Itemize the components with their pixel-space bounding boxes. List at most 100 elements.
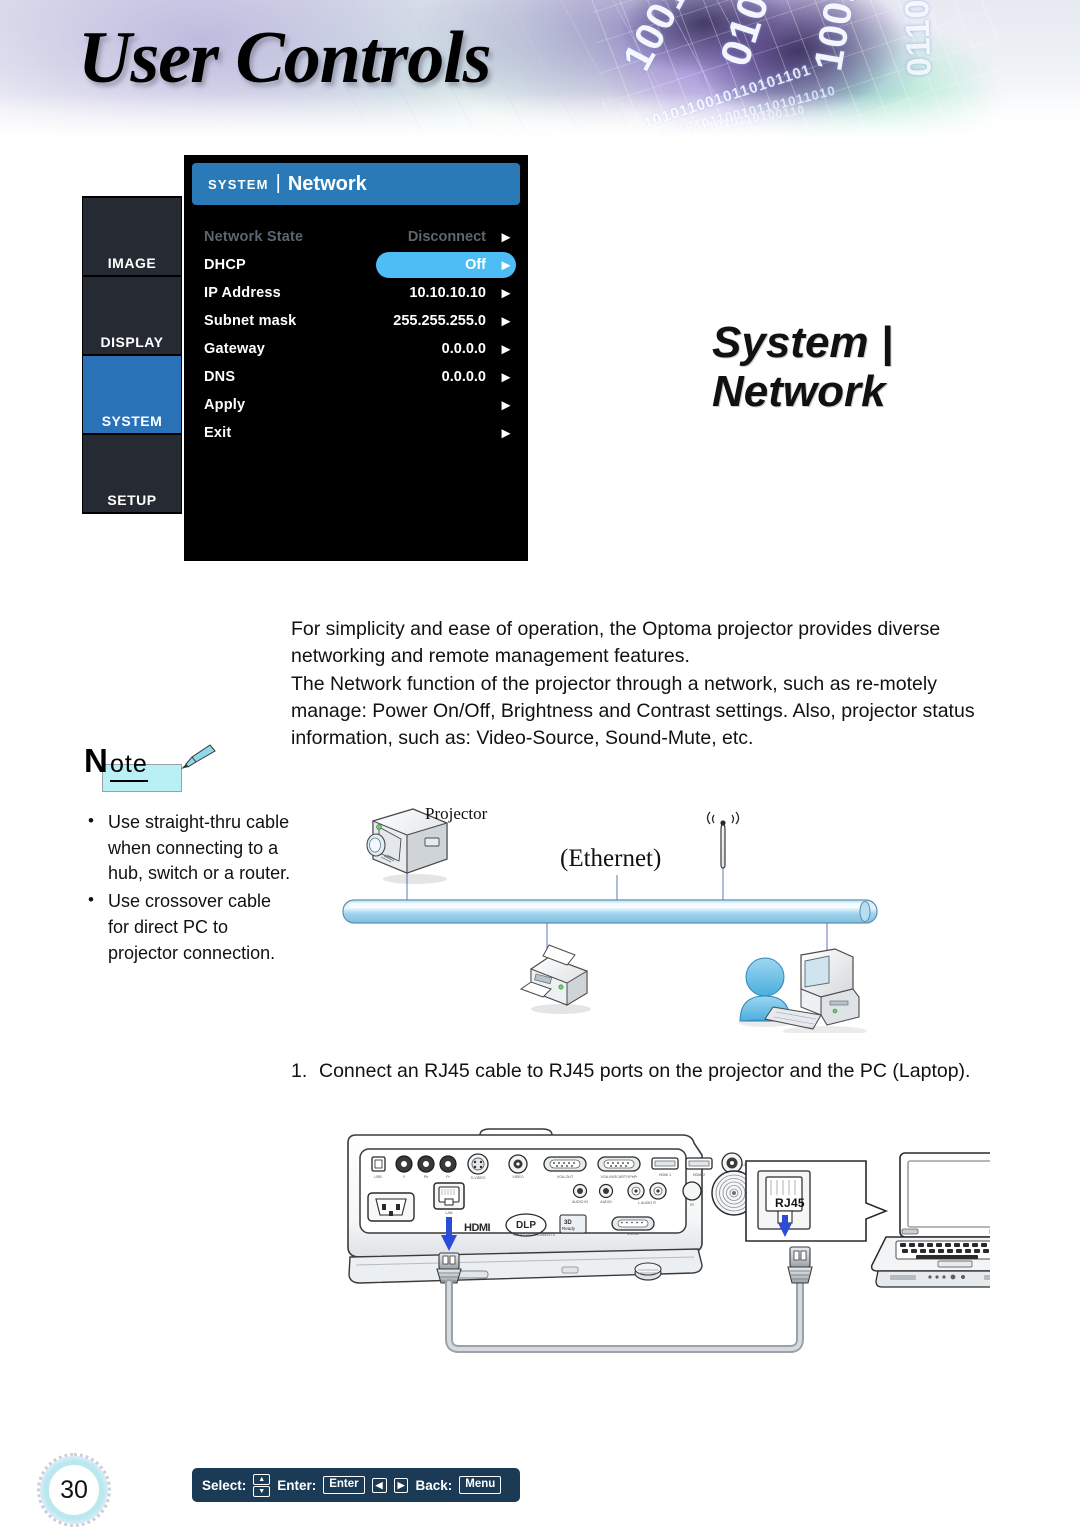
osd-footer-hints: Select: ▲ ▼ Enter: Enter ◀ ▶ Back: Menu [192, 1468, 520, 1502]
chevron-right-icon[interactable]: ► [496, 314, 516, 329]
note-list: Use straight-thru cable when connecting … [80, 809, 295, 966]
body-paragraph-1: For simplicity and ease of operation, th… [291, 618, 941, 668]
osd-row-value: Off [465, 257, 486, 273]
note-block: N ote Use straight-thru cable when conne… [80, 742, 295, 968]
svg-text:AUDIO: AUDIO [600, 1200, 612, 1204]
osd-menu-list: Network State Disconnect ► DHCP Off ► IP… [192, 223, 520, 447]
printer-icon [519, 944, 591, 1014]
osd-row-dhcp[interactable]: DHCP Off ► [204, 251, 516, 279]
projector-foot [634, 1262, 662, 1281]
vga-in-port [597, 1156, 641, 1172]
note-item: Use crossover cable for direct PC to pro… [80, 888, 295, 966]
osd-header-page: Network [287, 172, 367, 195]
svg-text:HDMI: HDMI [464, 1222, 491, 1234]
svg-text:HDMI 1: HDMI 1 [659, 1173, 671, 1177]
svg-text:S-VIDEO: S-VIDEO [471, 1176, 486, 1180]
rj45-cable [445, 1279, 804, 1353]
12v-trigger-port [721, 1152, 743, 1174]
rj45-callout-box [745, 1160, 889, 1242]
page-number-value: 30 [60, 1475, 88, 1504]
chevron-right-icon[interactable]: ► [496, 398, 516, 413]
rj45-plug-left [436, 1252, 462, 1284]
osd-tab-label: DISPLAY [100, 334, 164, 350]
rj45-connection-diagram: HDMI DLP TEXAS INSTRUMENTS 3D Ready USB Y… [347, 1128, 990, 1353]
wireless-antenna-icon [706, 811, 740, 869]
component-video-jacks [395, 1155, 457, 1173]
page-header-banner: 1001 0101 1001 0110 1010110010110101101 … [0, 0, 1080, 145]
osd-row-ip-address[interactable]: IP Address 10.10.10.10 ► [204, 279, 516, 307]
svg-text:VGA-OUT: VGA-OUT [557, 1175, 574, 1179]
osd-row-network-state[interactable]: Network State Disconnect ► [204, 223, 516, 251]
arrow-up-icon[interactable]: ▲ [253, 1473, 271, 1485]
osd-tab-label: SETUP [107, 492, 157, 508]
ethernet-bus-bar [342, 899, 878, 924]
osd-tab-display[interactable]: DISPLAY [83, 277, 181, 354]
arrow-right-icon[interactable]: ▶ [393, 1477, 409, 1493]
body-paragraph-2: The Network function of the projector th… [291, 672, 975, 750]
svg-text:TEXAS INSTRUMENTS: TEXAS INSTRUMENTS [512, 1232, 555, 1237]
osd-row-value: 255.255.255.0 [393, 313, 486, 329]
osd-panel-header: SYSTEM | Network [192, 163, 520, 205]
laptop-icon [870, 1152, 990, 1288]
chevron-right-icon[interactable]: ► [496, 370, 516, 385]
chevron-right-icon[interactable]: ► [496, 286, 516, 301]
section-title-line1: System | [712, 318, 894, 367]
enter-key-button[interactable]: Enter [323, 1476, 365, 1494]
osd-row-subnet-mask[interactable]: Subnet mask 255.255.255.0 ► [204, 307, 516, 335]
note-title-capital: N [84, 742, 108, 779]
ethernet-network-diagram [342, 808, 878, 1033]
note-item: Use straight-thru cable when connecting … [80, 809, 295, 887]
osd-row-apply[interactable]: Apply ► [204, 391, 516, 419]
svg-text:VGA-IN/SCART/YPbPr: VGA-IN/SCART/YPbPr [601, 1175, 639, 1179]
svg-text:AUDIO IN: AUDIO IN [572, 1200, 588, 1204]
desktop-computer-icon [764, 948, 867, 1033]
chevron-right-icon[interactable]: ► [496, 230, 516, 245]
osd-row-gateway[interactable]: Gateway 0.0.0.0 ► [204, 335, 516, 363]
osd-row-label: Gateway [204, 341, 266, 357]
note-title-rest: ote [110, 750, 148, 782]
chevron-right-icon[interactable]: ► [496, 426, 516, 441]
svg-text:VIDEO: VIDEO [512, 1175, 523, 1179]
osd-row-label: IP Address [204, 285, 281, 301]
updown-arrows-icon[interactable]: ▲ ▼ [253, 1473, 271, 1497]
svg-text:Pb: Pb [424, 1175, 428, 1179]
arrow-down-icon[interactable]: ▼ [253, 1485, 271, 1497]
chevron-right-icon[interactable]: ► [496, 258, 516, 273]
svg-text:LAN: LAN [446, 1211, 453, 1215]
osd-tab-label: IMAGE [107, 255, 157, 271]
svg-text:USB: USB [374, 1175, 382, 1179]
osd-row-value: 0.0.0.0 [441, 369, 486, 385]
osd-row-value: 10.10.10.10 [409, 285, 486, 301]
svg-text:Ready: Ready [562, 1226, 576, 1231]
composite-video-port [508, 1154, 528, 1174]
pencil-icon [181, 744, 216, 769]
step-text: Connect an RJ45 cable to RJ45 ports on t… [319, 1060, 971, 1082]
arrow-left-icon[interactable]: ◀ [371, 1477, 387, 1493]
manual-page: 1001 0101 1001 0110 1010110010110101101 … [0, 0, 1080, 1532]
section-title-line2: Network [712, 367, 886, 417]
osd-row-value: 0.0.0.0 [441, 341, 486, 357]
select-hint-label: Select: [202, 1477, 247, 1493]
chevron-right-icon[interactable]: ► [496, 342, 516, 357]
svg-text:IR: IR [690, 1203, 694, 1207]
3d-ready-logo: 3D Ready [559, 1214, 587, 1234]
osd-header-category: SYSTEM [208, 176, 269, 192]
rj45-label: RJ45 [775, 1196, 805, 1210]
menu-key-button[interactable]: Menu [459, 1476, 502, 1494]
power-inlet-port [367, 1192, 415, 1222]
osd-row-dns[interactable]: DNS 0.0.0.0 ► [204, 363, 516, 391]
svg-text:HDMI 2: HDMI 2 [693, 1173, 705, 1177]
osd-tab-image[interactable]: IMAGE [83, 198, 181, 275]
ethernet-label: (Ethernet) [560, 845, 662, 872]
note-icon: N ote [80, 742, 295, 792]
step-1: 1. Connect an RJ45 cable to RJ45 ports o… [291, 1058, 1011, 1085]
osd-row-exit[interactable]: Exit ► [204, 419, 516, 447]
step-number: 1. [291, 1060, 308, 1082]
osd-row-label: Network State [204, 229, 304, 245]
binary-digits-icon: 0110 [898, 0, 939, 78]
osd-tab-system[interactable]: SYSTEM [83, 356, 181, 433]
osd-row-label: Exit [204, 425, 232, 441]
osd-tab-setup[interactable]: SETUP [83, 435, 181, 512]
ir-receiver-port [682, 1181, 702, 1201]
page-number-badge: 30 [37, 1453, 111, 1527]
